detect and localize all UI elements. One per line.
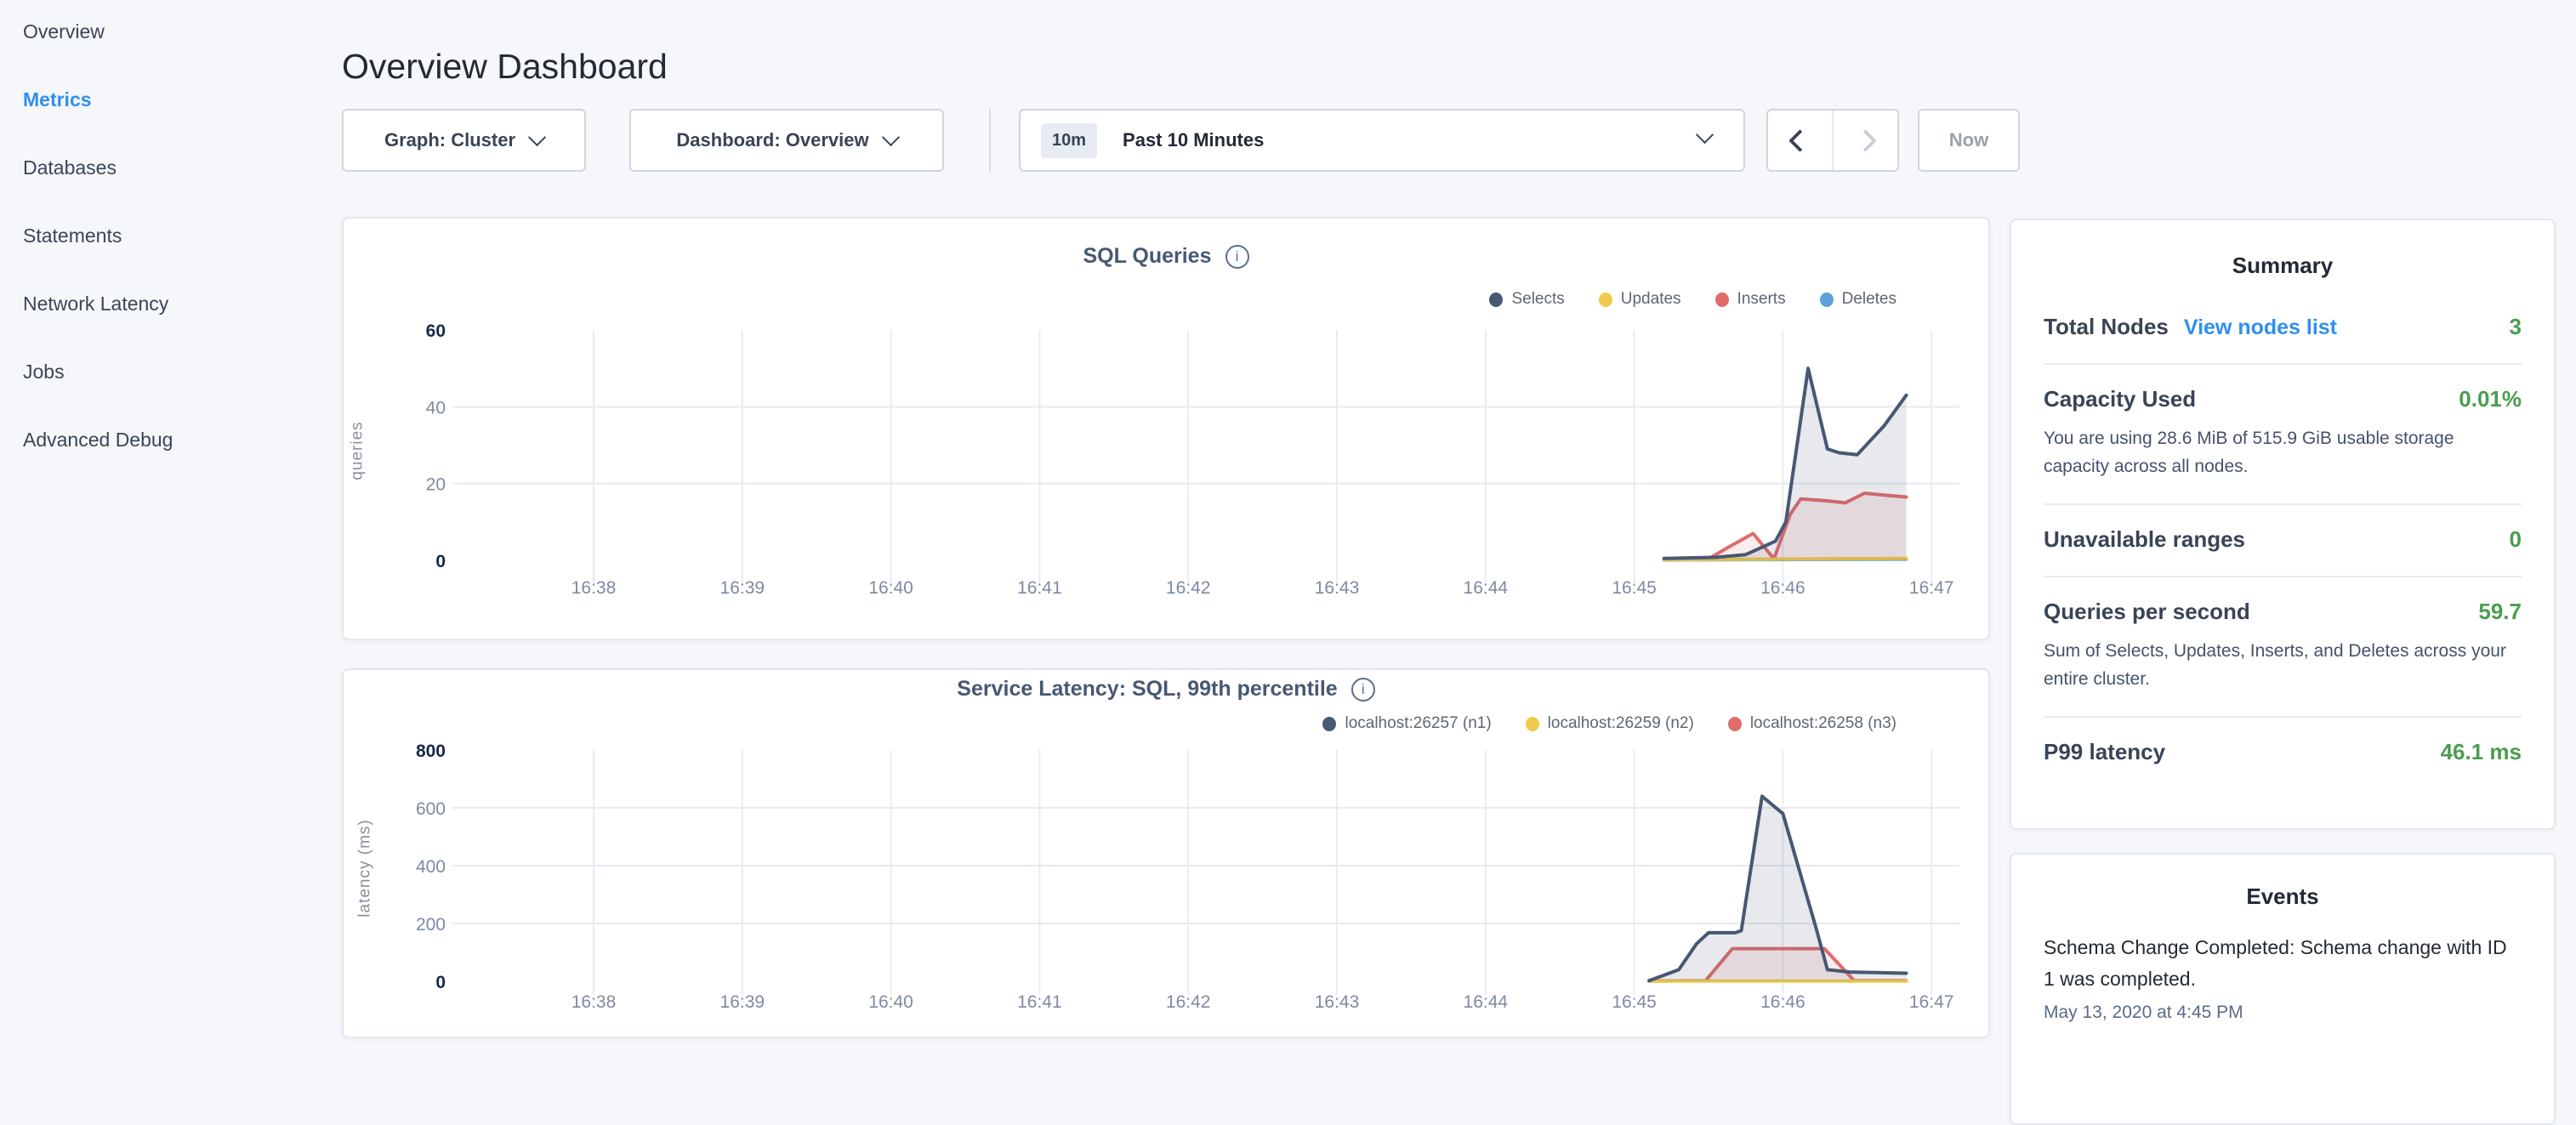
chevron-left-icon	[1788, 129, 1811, 152]
summary-title: Summary	[2011, 253, 2554, 279]
svg-text:16:47: 16:47	[1909, 992, 1954, 1012]
summary-row-value: 3	[2510, 314, 2522, 340]
page-title: Overview Dashboard	[342, 47, 668, 87]
svg-text:60: 60	[426, 321, 446, 341]
summary-row-label: Unavailable ranges	[2044, 526, 2245, 553]
time-pager	[1766, 109, 1899, 172]
svg-text:16:46: 16:46	[1760, 578, 1805, 598]
view-nodes-list-link[interactable]: View nodes list	[2184, 315, 2337, 340]
summary-row-value: 0	[2510, 526, 2522, 553]
summary-row-value: 59.7	[2478, 599, 2522, 625]
overview-dashboard-page: Overview Metrics Databases Statements Ne…	[0, 0, 2576, 1051]
sidebar-item-label: Metrics	[23, 88, 92, 111]
svg-text:16:47: 16:47	[1909, 578, 1954, 598]
summary-row-p99-latency: P99 latency 46.1 ms	[2044, 718, 2522, 788]
summary-row-unavailable-ranges: Unavailable ranges 0	[2044, 505, 2522, 577]
chevron-down-icon	[881, 128, 899, 146]
sidebar-item-databases[interactable]: Databases	[23, 155, 312, 180]
svg-text:16:43: 16:43	[1315, 992, 1360, 1012]
event-timestamp: May 13, 2020 at 4:45 PM	[2044, 1003, 2522, 1023]
svg-text:16:39: 16:39	[720, 992, 765, 1012]
svg-text:16:44: 16:44	[1464, 992, 1509, 1012]
svg-text:0: 0	[435, 973, 446, 992]
sidebar-item-label: Jobs	[23, 361, 65, 384]
svg-text:16:42: 16:42	[1166, 992, 1211, 1012]
dashboard-dropdown[interactable]: Dashboard: Overview	[629, 109, 944, 172]
chevron-down-icon	[528, 128, 546, 146]
graph-scope-label: Graph: Cluster	[384, 129, 515, 151]
sidebar-item-jobs[interactable]: Jobs	[23, 359, 312, 384]
svg-text:16:39: 16:39	[720, 578, 765, 598]
chart-canvas[interactable]: 16:38 16:39 16:40 16:41 16:42 16:43 16:44 16:45…	[344, 670, 1988, 1037]
event-item[interactable]: Schema Change Completed: Schema change w…	[2044, 932, 2522, 1023]
now-button[interactable]: Now	[1918, 109, 2020, 172]
summary-panel: Summary Total Nodes View nodes list 3 Ca…	[2010, 219, 2556, 830]
summary-row-value: 46.1 ms	[2441, 739, 2522, 765]
svg-text:16:41: 16:41	[1017, 992, 1062, 1012]
sidebar-item-advanced-debug[interactable]: Advanced Debug	[23, 427, 312, 452]
summary-row-label: P99 latency	[2044, 739, 2165, 765]
svg-text:200: 200	[416, 915, 446, 935]
svg-text:16:45: 16:45	[1612, 578, 1657, 598]
svg-text:40: 40	[426, 398, 446, 418]
time-range-badge: 10m	[1041, 123, 1097, 158]
summary-row-label: Capacity Used	[2044, 386, 2196, 412]
sidebar-item-overview[interactable]: Overview	[23, 19, 312, 44]
svg-text:16:38: 16:38	[571, 578, 617, 598]
next-time-button[interactable]	[1834, 111, 1897, 170]
events-panel: Events Schema Change Completed: Schema c…	[2010, 853, 2556, 1125]
sql-queries-chart-panel: SQL Queries i Selects Updates Inserts De…	[342, 217, 1990, 640]
summary-row-queries-per-second: Queries per second 59.7 Sum of Selects, …	[2044, 577, 2522, 718]
service-latency-chart-panel: Service Latency: SQL, 99th percentile i …	[342, 668, 1990, 1038]
chevron-right-icon	[1854, 129, 1877, 152]
svg-text:16:46: 16:46	[1760, 992, 1805, 1012]
summary-row-value: 0.01%	[2459, 386, 2522, 412]
controls-divider	[989, 109, 991, 172]
summary-row-total-nodes: Total Nodes View nodes list 3	[2044, 293, 2522, 365]
svg-text:16:40: 16:40	[868, 992, 913, 1012]
svg-text:16:40: 16:40	[868, 578, 913, 598]
summary-row-subtext: Sum of Selects, Updates, Inserts, and De…	[2044, 638, 2522, 693]
summary-row-label: Total Nodes	[2044, 314, 2169, 340]
chevron-down-icon	[1696, 126, 1714, 144]
sidebar-item-label: Databases	[23, 156, 117, 179]
summary-row-subtext: You are using 28.6 MiB of 515.9 GiB usab…	[2044, 425, 2522, 480]
sidebar-item-metrics[interactable]: Metrics	[23, 87, 312, 112]
sidebar-item-label: Advanced Debug	[23, 429, 173, 452]
svg-text:16:43: 16:43	[1315, 578, 1360, 598]
now-button-label: Now	[1949, 129, 1988, 151]
sidebar-item-statements[interactable]: Statements	[23, 223, 312, 248]
graph-scope-dropdown[interactable]: Graph: Cluster	[342, 109, 586, 172]
event-message: Schema Change Completed: Schema change w…	[2044, 932, 2522, 996]
dashboard-label: Dashboard: Overview	[676, 129, 868, 151]
summary-row-capacity-used: Capacity Used 0.01% You are using 28.6 M…	[2044, 365, 2522, 505]
svg-text:16:41: 16:41	[1017, 578, 1062, 598]
events-title: Events	[2011, 884, 2554, 910]
prev-time-button[interactable]	[1768, 111, 1832, 170]
svg-text:400: 400	[416, 857, 446, 877]
time-range-dropdown[interactable]: 10m Past 10 Minutes	[1019, 109, 1745, 172]
svg-text:20: 20	[426, 475, 446, 495]
svg-text:600: 600	[416, 799, 446, 819]
sidebar-item-label: Overview	[23, 20, 105, 43]
sidebar-item-label: Network Latency	[23, 293, 168, 315]
sidebar-item-network-latency[interactable]: Network Latency	[23, 291, 312, 316]
time-range-label: Past 10 Minutes	[1123, 129, 1264, 151]
sidebar-item-label: Statements	[23, 224, 122, 247]
sidebar-nav: Overview Metrics Databases Statements Ne…	[23, 19, 312, 495]
chart-canvas[interactable]: 16:38 16:39 16:40 16:41 16:42 16:43 16:44 16:45…	[344, 219, 1988, 639]
svg-text:16:42: 16:42	[1166, 578, 1211, 598]
svg-text:0: 0	[435, 552, 446, 571]
svg-text:16:44: 16:44	[1464, 578, 1509, 598]
svg-text:16:45: 16:45	[1612, 992, 1657, 1012]
svg-text:16:38: 16:38	[571, 992, 617, 1012]
summary-row-label: Queries per second	[2044, 599, 2250, 625]
svg-text:800: 800	[416, 741, 446, 761]
